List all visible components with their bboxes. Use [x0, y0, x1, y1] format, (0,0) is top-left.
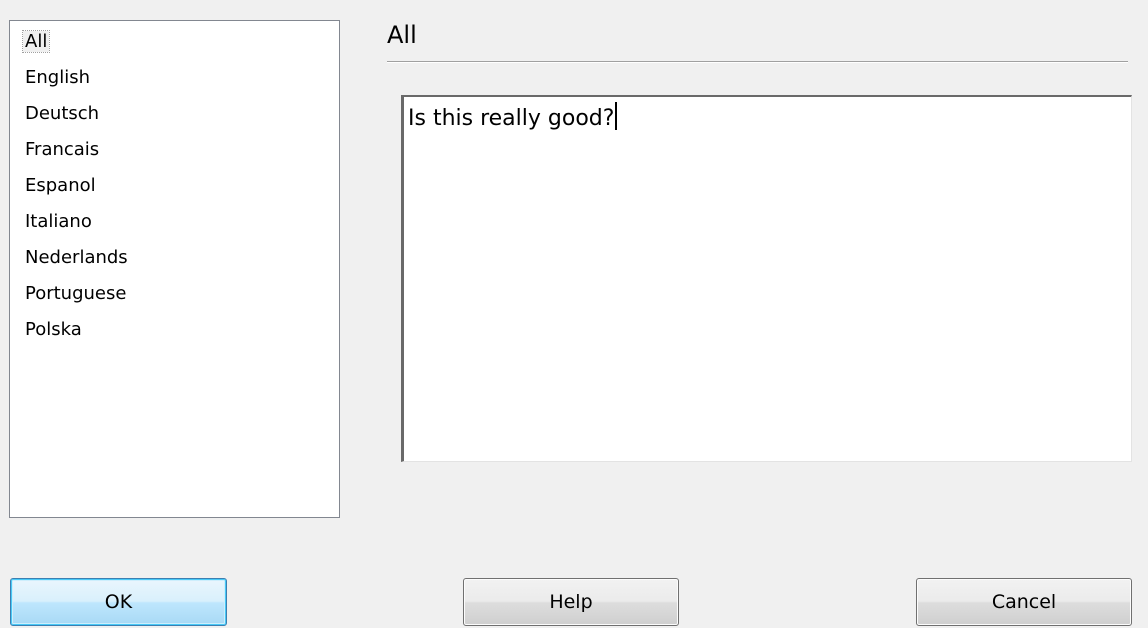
list-item-label: Portuguese — [25, 283, 127, 304]
list-item-label: Espanol — [25, 175, 96, 196]
language-list[interactable]: All English Deutsch Francais Espanol Ita… — [9, 20, 340, 518]
list-item-polska[interactable]: Polska — [10, 312, 339, 348]
list-item-label: English — [25, 67, 90, 88]
list-item-all[interactable]: All — [10, 24, 339, 60]
message-text-area[interactable]: Is this really good? — [401, 95, 1132, 462]
list-item-nederlands[interactable]: Nederlands — [10, 240, 339, 276]
text-caret — [615, 102, 618, 130]
list-item-label: Polska — [25, 319, 82, 340]
message-text: Is this really good? — [408, 106, 615, 131]
list-item-portuguese[interactable]: Portuguese — [10, 276, 339, 312]
list-item-espanol[interactable]: Espanol — [10, 168, 339, 204]
list-item-label: Italiano — [25, 211, 92, 232]
section-title: All — [387, 21, 417, 49]
list-item-italiano[interactable]: Italiano — [10, 204, 339, 240]
header-divider — [387, 61, 1128, 63]
help-button[interactable]: Help — [463, 578, 679, 626]
list-item-francais[interactable]: Francais — [10, 132, 339, 168]
list-item-english[interactable]: English — [10, 60, 339, 96]
list-item-label: All — [21, 30, 51, 53]
list-item-label: Nederlands — [25, 247, 128, 268]
list-item-label: Francais — [25, 139, 100, 160]
ok-button[interactable]: OK — [10, 578, 227, 626]
list-item-deutsch[interactable]: Deutsch — [10, 96, 339, 132]
cancel-button[interactable]: Cancel — [916, 578, 1132, 626]
list-item-label: Deutsch — [25, 103, 100, 124]
